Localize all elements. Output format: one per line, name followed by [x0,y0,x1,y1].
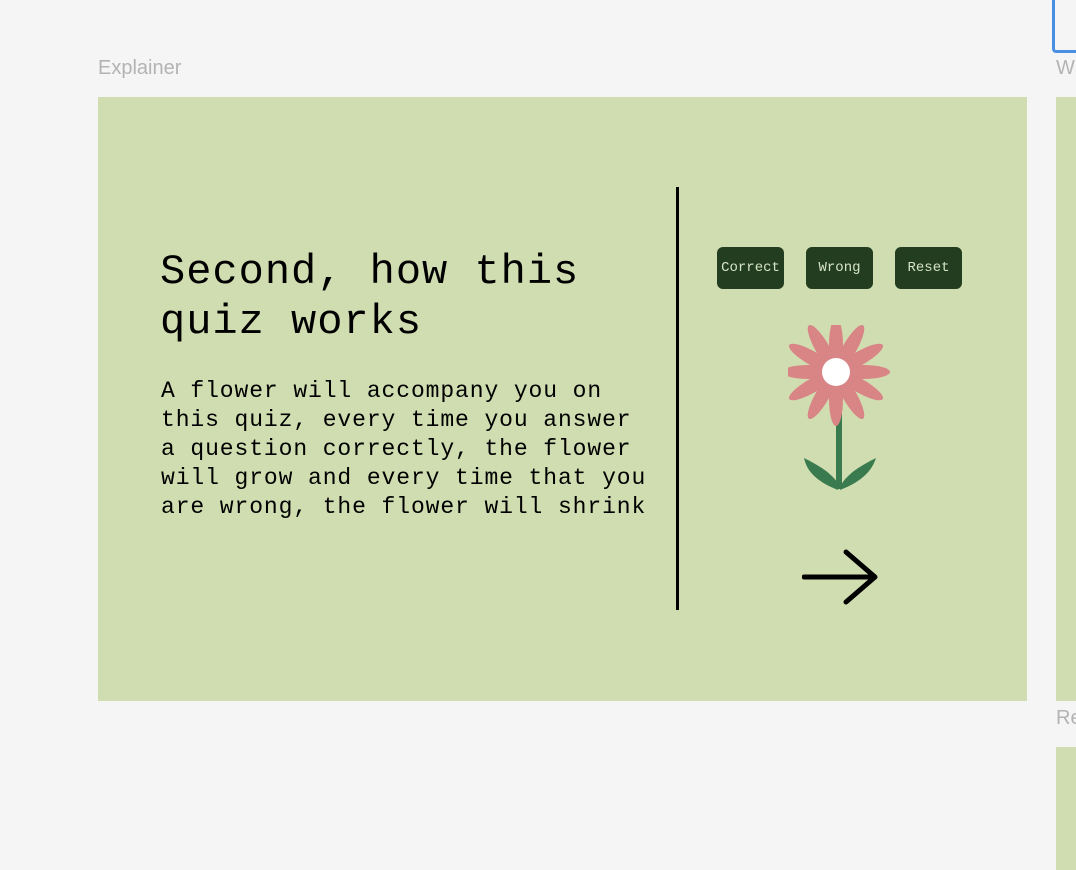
frame-label-explainer[interactable]: Explainer [98,57,181,80]
vertical-divider [676,187,679,610]
flower-center [822,358,850,386]
frame-next-preview[interactable] [1056,97,1076,701]
explainer-frame[interactable]: Second, how this quiz works A flower wil… [98,97,1027,701]
selected-frame-outline[interactable] [1052,0,1076,53]
frame-label-result[interactable]: Re [1056,707,1076,730]
wrong-button[interactable]: Wrong [806,247,873,289]
correct-button[interactable]: Correct [717,247,784,289]
frame-label-next[interactable]: W [1056,57,1075,80]
page-title: Second, how this quiz works [160,248,580,346]
explainer-text: A flower will accompany you on this quiz… [161,378,647,520]
frame-result-preview[interactable] [1056,747,1076,870]
arrow-right-icon[interactable] [802,547,882,607]
flower-petals [788,325,890,426]
reset-button[interactable]: Reset [895,247,962,289]
design-canvas: Explainer W Re Second, how this quiz wor… [0,0,1076,870]
flower-icon [788,325,890,490]
